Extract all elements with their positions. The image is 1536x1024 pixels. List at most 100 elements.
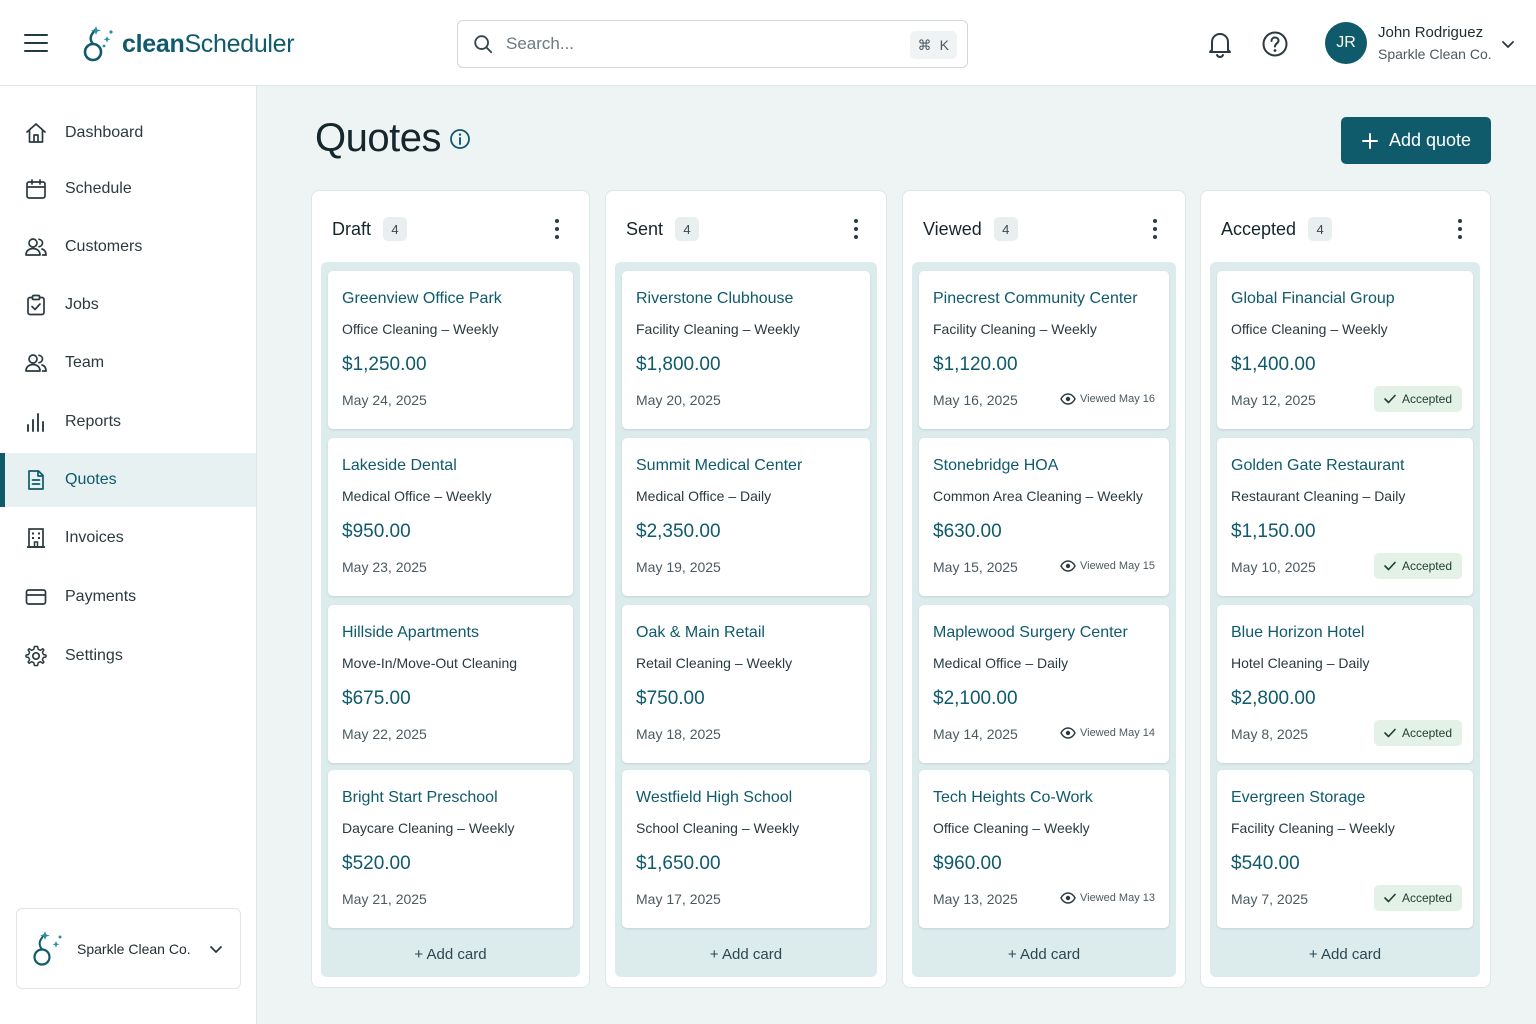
search-shortcut-badge: ⌘ K	[909, 31, 957, 59]
more-vertical-icon[interactable]	[844, 215, 868, 243]
more-vertical-icon[interactable]	[1143, 215, 1167, 243]
bell-icon[interactable]	[1204, 28, 1236, 60]
sidebar-item-quotes[interactable]: Quotes	[0, 453, 256, 507]
quote-card[interactable]: Golden Gate Restaurant Restaurant Cleani…	[1217, 438, 1473, 596]
calendar-icon	[26, 179, 46, 199]
card-date: May 20, 2025	[636, 392, 721, 408]
sidebar-item-label: Jobs	[65, 296, 99, 313]
users-icon	[25, 238, 47, 256]
viewed-indicator: Viewed May 14	[1060, 727, 1155, 739]
column-body: Pinecrest Community Center Facility Clea…	[912, 262, 1176, 977]
sidebar-item-invoices[interactable]: Invoices	[0, 511, 256, 565]
user-org: Sparkle Clean Co.	[1378, 46, 1492, 62]
accepted-badge: Accepted	[1373, 720, 1462, 746]
add-card-button[interactable]: + Add card	[321, 946, 580, 963]
menu-icon[interactable]	[24, 34, 48, 54]
quote-card[interactable]: Global Financial Group Office Cleaning –…	[1217, 271, 1473, 429]
card-price: $1,250.00	[342, 354, 427, 375]
card-date: May 10, 2025	[1231, 559, 1316, 575]
quote-card[interactable]: Oak & Main Retail Retail Cleaning – Week…	[622, 605, 870, 763]
info-icon[interactable]	[449, 128, 471, 150]
card-service: Facility Cleaning – Weekly	[933, 321, 1097, 337]
sidebar-item-team[interactable]: Team	[0, 336, 256, 390]
add-quote-button[interactable]: Add quote	[1341, 117, 1491, 164]
card-price: $960.00	[933, 853, 1002, 874]
sidebar-item-payments[interactable]: Payments	[0, 570, 256, 624]
chevron-down-icon[interactable]	[1500, 36, 1516, 52]
quote-card[interactable]: Riverstone Clubhouse Facility Cleaning –…	[622, 271, 870, 429]
sparkle-drop-icon	[83, 26, 113, 62]
column-count-badge: 4	[1308, 217, 1333, 241]
app-logo[interactable]: cleanScheduler	[82, 22, 295, 66]
check-icon	[1384, 893, 1396, 903]
sidebar-item-label: Team	[65, 354, 105, 371]
sidebar-item-customers[interactable]: Customers	[0, 220, 256, 274]
team-icon	[25, 354, 47, 372]
sidebar-item-label: Schedule	[65, 180, 132, 197]
column-count-badge: 4	[993, 217, 1018, 241]
card-title: Pinecrest Community Center	[933, 290, 1138, 307]
quote-card[interactable]: Lakeside Dental Medical Office – Weekly …	[328, 438, 573, 596]
more-vertical-icon[interactable]	[545, 215, 569, 243]
search-input[interactable]	[506, 34, 886, 54]
org-switcher[interactable]: Sparkle Clean Co.	[16, 908, 241, 989]
add-card-button[interactable]: + Add card	[912, 946, 1176, 963]
quote-card[interactable]: Evergreen Storage Facility Cleaning – We…	[1217, 770, 1473, 928]
sidebar-item-label: Settings	[65, 647, 123, 664]
card-price: $2,350.00	[636, 521, 721, 542]
card-service: Office Cleaning – Weekly	[342, 321, 499, 337]
more-vertical-icon[interactable]	[1448, 215, 1472, 243]
quote-card[interactable]: Westfield High School School Cleaning – …	[622, 770, 870, 928]
quote-card[interactable]: Blue Horizon Hotel Hotel Cleaning – Dail…	[1217, 605, 1473, 763]
sidebar-item-jobs[interactable]: Jobs	[0, 278, 256, 332]
column-title: Draft	[332, 218, 372, 239]
column-count-badge: 4	[383, 217, 408, 241]
check-icon	[1384, 561, 1396, 571]
card-date: May 19, 2025	[636, 559, 721, 575]
quote-card[interactable]: Tech Heights Co-Work Office Cleaning – W…	[919, 770, 1169, 928]
help-icon[interactable]	[1259, 28, 1291, 60]
add-card-button[interactable]: + Add card	[615, 946, 877, 963]
brand-name: cleanScheduler	[122, 29, 295, 58]
card-date: May 21, 2025	[342, 891, 427, 907]
card-service: Facility Cleaning – Weekly	[636, 321, 800, 337]
accepted-badge: Accepted	[1373, 386, 1462, 412]
sidebar-item-reports[interactable]: Reports	[0, 395, 256, 449]
column-header: Accepted 4	[1221, 217, 1333, 241]
column-title: Viewed	[923, 218, 982, 239]
quote-card[interactable]: Pinecrest Community Center Facility Clea…	[919, 271, 1169, 429]
credit-card-icon	[25, 589, 47, 605]
quote-card[interactable]: Stonebridge HOA Common Area Cleaning – W…	[919, 438, 1169, 596]
quote-card[interactable]: Greenview Office Park Office Cleaning – …	[328, 271, 573, 429]
card-date: May 22, 2025	[342, 726, 427, 742]
search-bar[interactable]: ⌘K	[457, 20, 968, 68]
sidebar-item-label: Reports	[65, 413, 122, 430]
card-date: May 13, 2025	[933, 891, 1018, 907]
clipboard-check-icon	[27, 294, 45, 316]
card-title: Tech Heights Co-Work	[933, 789, 1093, 806]
sidebar-item-dashboard[interactable]: Dashboard	[0, 106, 256, 160]
sidebar-item-schedule[interactable]: Schedule	[0, 162, 256, 216]
document-icon	[28, 470, 44, 490]
org-name: Sparkle Clean Co.	[77, 940, 191, 957]
add-card-button[interactable]: + Add card	[1210, 946, 1480, 963]
quote-card[interactable]: Summit Medical Center Medical Office – D…	[622, 438, 870, 596]
quote-card[interactable]: Maplewood Surgery Center Medical Office …	[919, 605, 1169, 763]
card-title: Blue Horizon Hotel	[1231, 624, 1365, 641]
column-viewed: Viewed 4 Pinecrest Community Center Faci…	[902, 190, 1186, 988]
card-service: Daycare Cleaning – Weekly	[342, 820, 515, 836]
eye-icon	[1060, 560, 1076, 572]
column-title: Sent	[626, 218, 664, 239]
building-icon	[27, 528, 45, 548]
quote-card[interactable]: Bright Start Preschool Daycare Cleaning …	[328, 770, 573, 928]
card-service: Retail Cleaning – Weekly	[636, 655, 793, 671]
card-price: $950.00	[342, 521, 411, 542]
page-title: Quotes	[315, 116, 441, 160]
card-price: $750.00	[636, 688, 705, 709]
sidebar-item-settings[interactable]: Settings	[0, 629, 256, 683]
avatar[interactable]: JR	[1325, 22, 1367, 64]
check-icon	[1384, 394, 1396, 404]
card-title: Oak & Main Retail	[636, 624, 765, 641]
quote-card[interactable]: Hillside Apartments Move-In/Move-Out Cle…	[328, 605, 573, 763]
column-header: Viewed 4	[923, 217, 1018, 241]
